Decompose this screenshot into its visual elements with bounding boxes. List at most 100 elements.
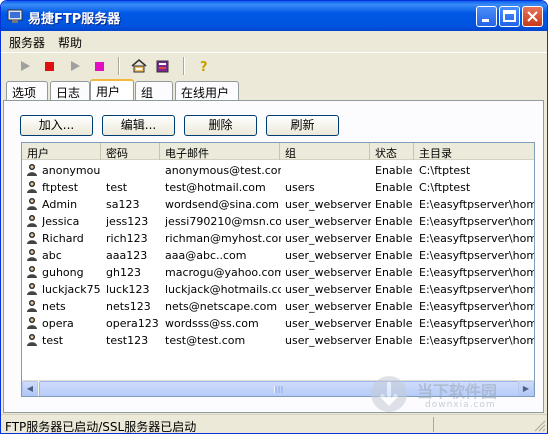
play-icon[interactable] (67, 58, 83, 74)
cell-password: opera123 (106, 317, 159, 330)
cell-email: jessi790210@msn.com (165, 215, 281, 228)
list-header: 用户 密码 电子邮件 组 状态 主目录 (22, 143, 534, 160)
cell-user: luckjack75 (42, 283, 100, 296)
cell-status: Enable (375, 317, 413, 330)
stop-icon[interactable] (41, 58, 57, 74)
cell-user: opera (42, 317, 74, 330)
cell-group: user_webserver (285, 198, 371, 211)
stop-icon[interactable] (91, 58, 107, 74)
cell-password: gh123 (106, 266, 141, 279)
tab-users[interactable]: 用户 (90, 79, 134, 100)
cell-email: wordsss@ss.com (165, 317, 259, 330)
status-bar: FTP服务器已启动/SSL服务器已启动 (1, 414, 547, 433)
table-row[interactable]: test test123 test@test.com user_webserver En… (22, 332, 534, 349)
cell-group: user_webserver (285, 266, 371, 279)
cell-user: test (42, 334, 64, 347)
column-header-password[interactable]: 密码 (101, 143, 160, 160)
cell-group: user_webserver (285, 283, 371, 296)
table-row[interactable]: abc aaa123 aaa@abc..com user_webserver Enabl… (22, 247, 534, 264)
table-row[interactable]: ftptest test test@hotmail.com users Enable C:… (22, 179, 534, 196)
column-header-group[interactable]: 组 (280, 143, 370, 160)
watermark-subtext: downxia.com (425, 400, 496, 410)
table-row[interactable]: Richard rich123 richman@myhost.com user_web… (22, 230, 534, 247)
cell-status: Enable (375, 198, 413, 211)
user-icon (27, 181, 37, 193)
cell-home: E:\easyftpserver\home (419, 198, 535, 211)
column-header-status[interactable]: 状态 (370, 143, 414, 160)
maximize-button[interactable] (499, 6, 520, 27)
cell-password: sa123 (106, 198, 140, 211)
cell-password: rich123 (106, 232, 148, 245)
app-icon (7, 9, 23, 23)
tab-groups[interactable]: 组 (135, 81, 173, 100)
user-list[interactable]: 用户 密码 电子邮件 组 状态 主目录 anonymous anonymous@t… (21, 142, 535, 397)
refresh-button[interactable]: 刷新 (266, 115, 339, 136)
watermark-text: 当下软件园 (417, 382, 498, 401)
cell-status: Enable (375, 232, 413, 245)
column-header-email[interactable]: 电子邮件 (160, 143, 280, 160)
table-row[interactable]: Jessica jess123 jessi790210@msn.com user_we… (22, 213, 534, 230)
user-icon (27, 198, 37, 210)
help-icon[interactable]: ? (196, 58, 212, 74)
cell-status: Enable (375, 266, 413, 279)
tab-log[interactable]: 日志 (50, 81, 90, 100)
user-icon (27, 300, 37, 312)
cell-status: Enable (375, 164, 413, 177)
user-icon (27, 283, 37, 295)
status-pane-divider (433, 417, 434, 432)
cell-email: anonymous@test.com (165, 164, 281, 177)
toolbar-separator (118, 57, 120, 75)
cell-group: user_webserver (285, 300, 371, 313)
delete-user-button[interactable]: 删除 (184, 115, 257, 136)
books-icon[interactable] (155, 58, 171, 74)
cell-user: guhong (42, 266, 84, 279)
resize-grip-icon[interactable] (534, 420, 546, 432)
cell-home: E:\easyftpserver\home (419, 300, 535, 313)
menu-help[interactable]: 帮助 (58, 34, 82, 51)
menu-server[interactable]: 服务器 (9, 34, 45, 51)
edit-user-button[interactable]: 编辑... (102, 115, 175, 136)
play-icon[interactable] (17, 58, 33, 74)
cell-status: Enable (375, 300, 413, 313)
cell-user: Richard (42, 232, 84, 245)
toolbar-separator (183, 57, 185, 75)
cell-user: abc (42, 249, 62, 262)
tab-online-users[interactable]: 在线用户 (175, 81, 239, 100)
users-panel: 加入... 编辑... 删除 刷新 用户 密码 电子邮件 组 状态 主目录 an… (3, 100, 544, 413)
minimize-icon (482, 19, 489, 22)
cell-email: macrogu@yahoo.com (165, 266, 281, 279)
cell-home: E:\easyftpserver\home (419, 317, 535, 330)
cell-group: user_webserver (285, 334, 371, 347)
user-icon (27, 317, 37, 329)
add-user-button[interactable]: 加入... (20, 115, 93, 136)
close-icon (527, 11, 538, 22)
tab-options[interactable]: 选项 (6, 81, 48, 100)
cell-group: user_webserver (285, 215, 371, 228)
scroll-left-button[interactable]: ◀ (22, 381, 38, 396)
cell-home: C:\ftptest (419, 181, 471, 194)
cell-email: test@hotmail.com (165, 181, 266, 194)
cell-password: jess123 (106, 215, 149, 228)
cell-email: test@test.com (165, 334, 246, 347)
user-icon (27, 266, 37, 278)
cell-home: E:\easyftpserver\home (419, 283, 535, 296)
table-row[interactable]: anonymous anonymous@test.com Enable C:\ftpt… (22, 162, 534, 179)
table-row[interactable]: nets nets123 nets@netscape.com user_webserv… (22, 298, 535, 315)
cell-status: Enable (375, 181, 413, 194)
table-row[interactable]: opera opera123 wordsss@ss.com user_webserve… (22, 315, 535, 332)
column-header-home[interactable]: 主目录 (414, 143, 534, 160)
table-row[interactable]: luckjack75 luck123 luckjack@hotmails.com us… (22, 281, 535, 298)
cell-password: nets123 (106, 300, 151, 313)
minimize-button[interactable] (476, 6, 497, 27)
user-icon (27, 334, 37, 346)
close-button[interactable] (522, 6, 543, 27)
cell-status: Enable (375, 249, 413, 262)
table-row[interactable]: Admin sa123 wordsend@sina.com user_webserve… (22, 196, 535, 213)
cell-user: anonymous (42, 164, 100, 177)
title-bar[interactable]: 易捷FTP服务器 (1, 1, 547, 31)
server-config-icon[interactable] (131, 58, 147, 74)
toolbar: ? (1, 52, 547, 78)
user-icon (27, 249, 37, 261)
table-row[interactable]: guhong gh123 macrogu@yahoo.com user_webserv… (22, 264, 534, 281)
column-header-user[interactable]: 用户 (22, 143, 101, 160)
